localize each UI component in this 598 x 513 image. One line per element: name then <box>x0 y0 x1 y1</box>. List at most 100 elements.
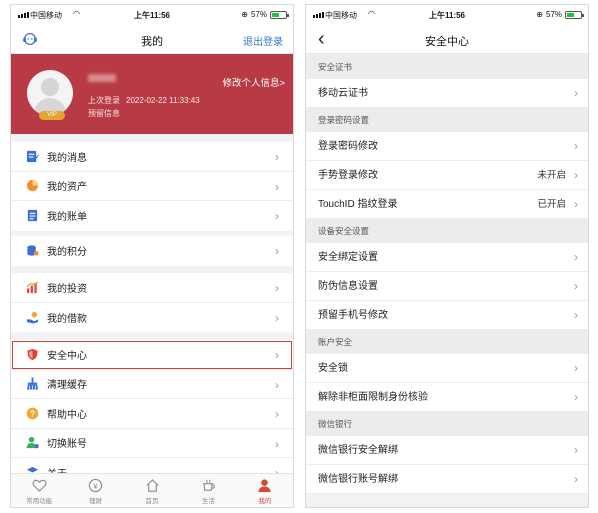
investment-chart-icon <box>25 280 39 294</box>
row-mobile-cloud-certificate[interactable]: 移动云证书 › <box>306 79 588 108</box>
tab-home[interactable]: 首页 <box>124 474 180 507</box>
row-security-lock[interactable]: 安全锁 › <box>306 354 588 383</box>
help-icon: ? <box>25 406 39 420</box>
menu-item-label: 我的投资 <box>47 283 87 295</box>
menu-item-points[interactable]: 我的积分 › <box>11 236 293 266</box>
chevron-right-icon: › <box>574 472 578 486</box>
menu-item-label: 安全中心 <box>47 350 87 362</box>
row-reserved-phone-change[interactable]: 预留手机号修改 › <box>306 301 588 330</box>
row-login-password-change[interactable]: 登录密码修改 › <box>306 132 588 161</box>
row-label: 手势登录修改 <box>318 170 378 181</box>
reserved-info: 预留信息 <box>88 109 120 118</box>
wealth-coin-icon: ¥ <box>88 478 103 493</box>
menu-item-investments[interactable]: 我的投资 › <box>11 273 293 303</box>
battery-percent: 57% <box>250 10 267 19</box>
row-label: 解除非柜面限制身份核验 <box>318 392 428 403</box>
chevron-right-icon: › <box>574 279 578 293</box>
menu-item-label: 我的消息 <box>47 152 87 164</box>
chevron-right-icon: › <box>275 244 279 258</box>
chevron-right-icon: › <box>275 179 279 194</box>
menu-group-2: 我的积分 › <box>11 236 293 266</box>
menu-group-1: 我的消息 › 我的资产 › 我的账单 › <box>11 142 293 231</box>
tab-bar: 常用功能 ¥ 理财 首页 生活 我的 <box>11 473 293 507</box>
heart-icon <box>32 479 47 492</box>
row-security-binding[interactable]: 安全绑定设置 › <box>306 243 588 272</box>
menu-item-switch-account[interactable]: 切换账号 › <box>11 429 293 458</box>
tab-common-functions[interactable]: 常用功能 <box>11 474 67 507</box>
tab-wealth[interactable]: ¥ 理财 <box>67 474 123 507</box>
row-label: 微信银行安全解绑 <box>318 445 398 456</box>
section-header-device-security: 设备安全设置 <box>306 219 588 243</box>
menu-item-clear-cache[interactable]: 清理缓存 › <box>11 370 293 399</box>
chevron-right-icon: › <box>275 209 279 223</box>
logout-button[interactable]: 退出登录 <box>243 33 283 48</box>
menu-item-label: 我的积分 <box>47 247 87 259</box>
row-remove-counter-limit[interactable]: 解除非柜面限制身份核验 › <box>306 383 588 412</box>
person-icon <box>258 479 271 493</box>
username-blurred <box>88 74 116 82</box>
edit-profile-link[interactable]: 修改个人信息> <box>222 75 285 89</box>
row-label: 安全绑定设置 <box>318 252 378 263</box>
chevron-right-icon: › <box>574 139 578 153</box>
menu-item-messages[interactable]: 我的消息 › <box>11 142 293 172</box>
menu-item-label: 帮助中心 <box>47 409 87 421</box>
chevron-right-icon: › <box>574 168 578 182</box>
tab-mine[interactable]: 我的 <box>237 474 293 507</box>
menu-item-label: 我的资产 <box>47 182 87 194</box>
chevron-right-icon: › <box>275 407 279 421</box>
section-header-wechat-bank: 微信银行 <box>306 412 588 436</box>
menu-item-loans[interactable]: 我的借款 › <box>11 303 293 333</box>
row-label: 防伪信息设置 <box>318 281 378 292</box>
profile-banner: VIP 修改个人信息> 上次登录 2022-02-22 11:33:43 预留信息 <box>11 54 293 134</box>
chevron-right-icon: › <box>574 197 578 211</box>
assets-pie-icon <box>25 179 39 193</box>
points-coins-icon <box>25 244 39 258</box>
row-wechat-security-unbind[interactable]: 微信银行安全解绑 › <box>306 436 588 465</box>
menu-group-4: 安全中心 › 清理缓存 › ? 帮助中心 › 切换账号 › 关于 › <box>11 340 293 488</box>
chevron-right-icon: › <box>275 310 279 325</box>
switch-account-icon <box>25 436 39 450</box>
row-anti-fraud-info[interactable]: 防伪信息设置 › <box>306 272 588 301</box>
menu-item-help-center[interactable]: ? 帮助中心 › <box>11 399 293 429</box>
menu-item-label: 我的账单 <box>47 212 87 224</box>
section-header-login-password: 登录密码设置 <box>306 108 588 132</box>
lock-rotation-icon: ⊕ <box>241 10 248 19</box>
status-bar: 中国移动 ◠ 上午11:56 ⊕ 57% <box>306 5 588 25</box>
chevron-right-icon: › <box>275 377 279 392</box>
chevron-right-icon: › <box>275 150 279 164</box>
menu-item-security-center[interactable]: 安全中心 › <box>11 340 293 370</box>
chevron-right-icon: › <box>574 86 578 100</box>
tab-life[interactable]: 生活 <box>180 474 236 507</box>
security-settings-list: 安全证书 移动云证书 › 登录密码设置 登录密码修改 › 手势登录修改 未开启 … <box>306 55 588 494</box>
row-label: 预留手机号修改 <box>318 310 388 321</box>
chevron-right-icon: › <box>574 308 578 322</box>
row-touchid-login[interactable]: TouchID 指纹登录 已开启 › <box>306 190 588 219</box>
menu-item-bills[interactable]: 我的账单 › <box>11 201 293 231</box>
row-value: 已开启 <box>537 199 566 210</box>
broom-icon <box>25 377 39 391</box>
battery-icon <box>270 10 289 19</box>
nav-bar: 我的 退出登录 <box>11 25 293 54</box>
menu-item-assets[interactable]: 我的资产 › <box>11 172 293 201</box>
avatar[interactable] <box>27 70 73 116</box>
chevron-right-icon: › <box>574 443 578 457</box>
chevron-right-icon: › <box>574 361 578 375</box>
bill-icon <box>25 209 39 223</box>
shield-icon <box>25 347 39 361</box>
menu-item-label: 清理缓存 <box>47 380 87 392</box>
security-center-screen: 中国移动 ◠ 上午11:56 ⊕ 57% ‹ 安全中心 安全证书 移动云证书 ›… <box>305 4 589 508</box>
svg-text:¥: ¥ <box>94 481 99 490</box>
row-label: 微信银行账号解绑 <box>318 474 398 485</box>
battery-percent: 57% <box>545 10 562 19</box>
section-header-account-security: 账户安全 <box>306 330 588 354</box>
chevron-right-icon: › <box>275 281 279 295</box>
message-icon <box>25 149 39 163</box>
svg-text:?: ? <box>29 408 34 418</box>
home-icon <box>145 479 159 492</box>
section-header-certificate: 安全证书 <box>306 55 588 79</box>
row-gesture-login-change[interactable]: 手势登录修改 未开启 › <box>306 161 588 190</box>
coffee-cup-icon <box>203 479 215 491</box>
vip-badge: VIP <box>39 111 65 120</box>
lock-rotation-icon: ⊕ <box>536 10 543 19</box>
row-wechat-account-unbind[interactable]: 微信银行账号解绑 › <box>306 465 588 494</box>
